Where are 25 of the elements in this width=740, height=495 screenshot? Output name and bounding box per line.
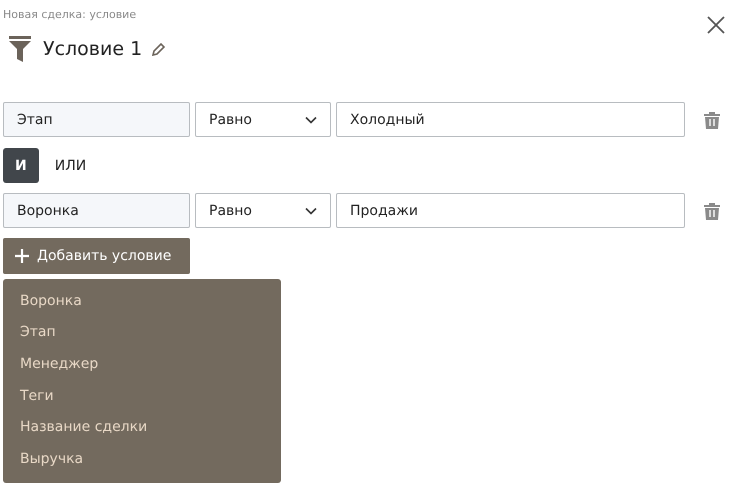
menu-item[interactable]: Воронка xyxy=(3,285,281,317)
plus-icon xyxy=(15,249,29,263)
logic-toggle[interactable]: И xyxy=(3,148,39,183)
field-select[interactable]: Этап xyxy=(3,102,190,137)
filter-icon xyxy=(9,36,31,62)
close-icon[interactable] xyxy=(707,16,725,34)
pencil-icon[interactable] xyxy=(152,42,166,56)
logic-toggle[interactable]: ИЛИ xyxy=(42,148,98,183)
menu-item[interactable]: Выручка xyxy=(3,442,281,475)
trash-icon[interactable] xyxy=(704,110,720,128)
menu-item[interactable]: Этап xyxy=(3,316,281,348)
operator-select[interactable]: Равно xyxy=(195,193,331,228)
trash-icon[interactable] xyxy=(704,202,720,220)
menu-item[interactable]: Название сделки xyxy=(3,411,281,443)
value-field[interactable]: Продажи xyxy=(336,193,685,228)
add-condition-button[interactable]: Добавить условие xyxy=(3,238,190,274)
breadcrumb: Новая сделка: условие xyxy=(3,8,138,23)
operator-select[interactable]: Равно xyxy=(195,102,331,137)
chevron-down-icon xyxy=(305,206,317,214)
menu-item[interactable]: Менеджер xyxy=(3,348,281,380)
field-select[interactable]: Воронка xyxy=(3,193,190,228)
condition-title: Условие 1 xyxy=(43,38,142,60)
menu-item[interactable]: Теги xyxy=(3,380,281,412)
chevron-down-icon xyxy=(305,116,317,124)
value-field[interactable]: Холодный xyxy=(336,102,685,137)
